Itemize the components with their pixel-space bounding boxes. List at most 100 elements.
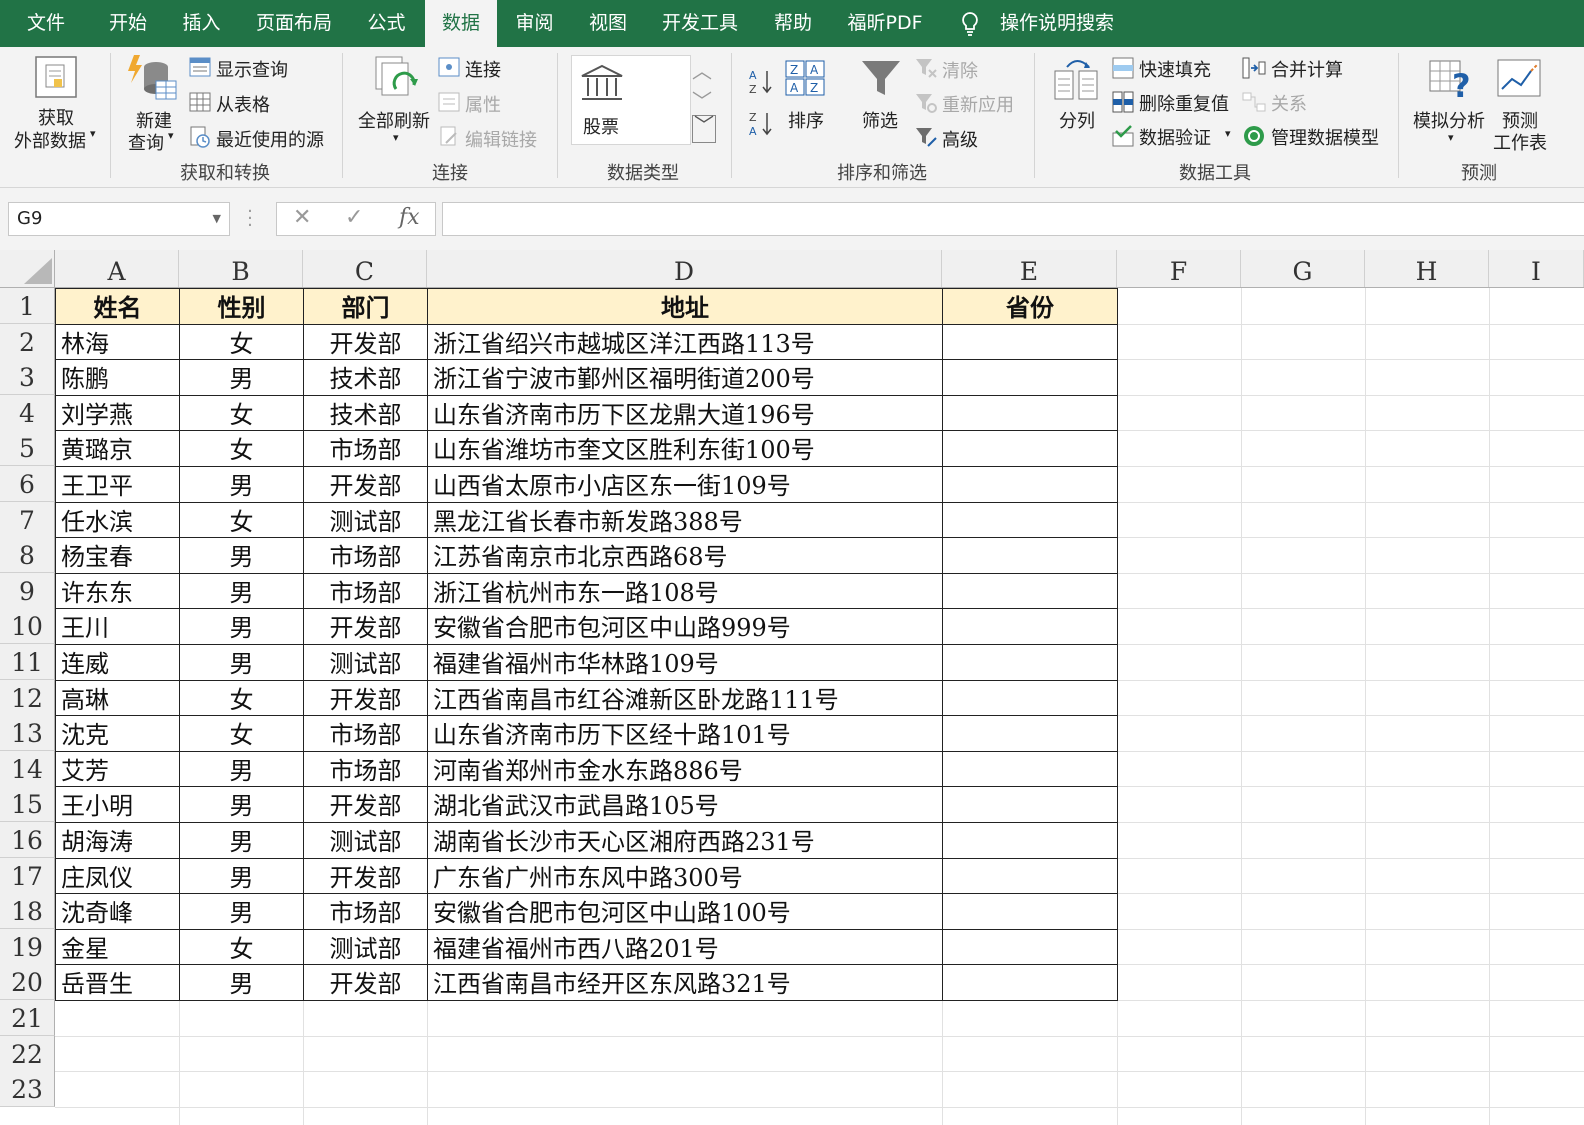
table-cell[interactable] — [943, 716, 1117, 751]
table-cell[interactable]: 男 — [180, 467, 303, 502]
table-cell[interactable]: 山东省济南市历下区经十路101号 — [428, 716, 942, 751]
tab-review[interactable]: 审阅 — [497, 0, 572, 47]
table-cell[interactable] — [943, 645, 1117, 680]
table-cell[interactable] — [943, 609, 1117, 644]
tab-help[interactable]: 帮助 — [756, 0, 830, 47]
row-header-17[interactable]: 17 — [0, 858, 55, 894]
row-header-23[interactable]: 23 — [0, 1071, 55, 1107]
table-cell[interactable]: 女 — [180, 930, 303, 965]
table-cell[interactable]: 河南省郑州市金水东路886号 — [428, 752, 942, 787]
row-header-9[interactable]: 9 — [0, 573, 55, 609]
table-cell[interactable]: 王川 — [56, 609, 179, 644]
table-cell[interactable]: 黄璐京 — [56, 431, 179, 466]
table-cell[interactable] — [943, 752, 1117, 787]
table-cell[interactable] — [943, 503, 1117, 538]
table-cell[interactable]: 男 — [180, 894, 303, 929]
column-header-a[interactable]: A — [55, 250, 179, 287]
tab-page-layout[interactable]: 页面布局 — [239, 0, 349, 47]
table-cell[interactable] — [943, 823, 1117, 858]
table-cell[interactable]: 男 — [180, 609, 303, 644]
table-header-cell[interactable]: 性别 — [180, 289, 303, 324]
table-cell[interactable] — [943, 467, 1117, 502]
row-header-21[interactable]: 21 — [0, 1000, 55, 1036]
table-cell[interactable]: 陈鹏 — [56, 360, 179, 395]
table-cell[interactable]: 市场部 — [304, 538, 427, 573]
table-cell[interactable]: 男 — [180, 574, 303, 609]
table-cell[interactable] — [943, 930, 1117, 965]
table-cell[interactable]: 黑龙江省长春市新发路388号 — [428, 503, 942, 538]
table-cell[interactable] — [943, 965, 1117, 1000]
row-header-3[interactable]: 3 — [0, 359, 55, 395]
table-cell[interactable]: 市场部 — [304, 752, 427, 787]
table-cell[interactable]: 开发部 — [304, 859, 427, 894]
table-cell[interactable]: 山东省潍坊市奎文区胜利东街100号 — [428, 431, 942, 466]
column-header-b[interactable]: B — [179, 250, 303, 287]
table-cell[interactable]: 安徽省合肥市包河区中山路100号 — [428, 894, 942, 929]
tab-view[interactable]: 视图 — [572, 0, 644, 47]
table-header-cell[interactable]: 姓名 — [56, 289, 179, 324]
table-cell[interactable]: 女 — [180, 325, 303, 360]
row-header-19[interactable]: 19 — [0, 929, 55, 965]
stocks-data-type[interactable]: 股票 — [571, 55, 691, 145]
table-cell[interactable] — [943, 325, 1117, 360]
table-cell[interactable]: 测试部 — [304, 930, 427, 965]
row-header-1[interactable]: 1 — [0, 288, 55, 324]
table-cell[interactable]: 开发部 — [304, 787, 427, 822]
table-cell[interactable]: 连威 — [56, 645, 179, 680]
table-cell[interactable]: 沈克 — [56, 716, 179, 751]
column-header-i[interactable]: I — [1489, 250, 1584, 287]
chevron-down-icon[interactable]: ▼ — [213, 203, 221, 235]
table-cell[interactable]: 江苏省南京市北京西路68号 — [428, 538, 942, 573]
enter-icon[interactable]: ✓ — [345, 205, 363, 230]
table-cell[interactable]: 沈奇峰 — [56, 894, 179, 929]
column-header-h[interactable]: H — [1365, 250, 1489, 287]
column-header-c[interactable]: C — [303, 250, 427, 287]
table-cell[interactable]: 女 — [180, 503, 303, 538]
column-header-f[interactable]: F — [1117, 250, 1241, 287]
row-header-5[interactable]: 5 — [0, 430, 55, 466]
table-cell[interactable] — [943, 574, 1117, 609]
table-header-cell[interactable]: 地址 — [428, 289, 942, 324]
table-cell[interactable]: 王卫平 — [56, 467, 179, 502]
table-cell[interactable]: 女 — [180, 431, 303, 466]
table-cell[interactable]: 湖北省武汉市武昌路105号 — [428, 787, 942, 822]
row-header-6[interactable]: 6 — [0, 466, 55, 502]
row-header-11[interactable]: 11 — [0, 644, 55, 680]
table-cell[interactable]: 福建省福州市西八路201号 — [428, 930, 942, 965]
gallery-scroll[interactable]: ︿ ﹀ ﹀ — [690, 55, 718, 145]
row-header-16[interactable]: 16 — [0, 822, 55, 858]
table-cell[interactable] — [943, 538, 1117, 573]
table-cell[interactable] — [943, 787, 1117, 822]
table-cell[interactable]: 杨宝春 — [56, 538, 179, 573]
table-cell[interactable]: 测试部 — [304, 823, 427, 858]
row-header-22[interactable]: 22 — [0, 1036, 55, 1072]
table-cell[interactable]: 艾芳 — [56, 752, 179, 787]
column-header-e[interactable]: E — [942, 250, 1117, 287]
table-cell[interactable]: 开发部 — [304, 681, 427, 716]
tab-file[interactable]: 文件 — [0, 0, 92, 47]
table-cell[interactable]: 女 — [180, 396, 303, 431]
table-cell[interactable]: 市场部 — [304, 431, 427, 466]
table-cell[interactable]: 浙江省宁波市鄞州区福明街道200号 — [428, 360, 942, 395]
table-cell[interactable]: 江西省南昌市经开区东风路321号 — [428, 965, 942, 1000]
table-cell[interactable]: 高琳 — [56, 681, 179, 716]
table-cell[interactable]: 男 — [180, 360, 303, 395]
select-all-corner[interactable] — [0, 250, 55, 287]
table-cell[interactable]: 测试部 — [304, 645, 427, 680]
table-cell[interactable]: 浙江省杭州市东一路108号 — [428, 574, 942, 609]
table-cell[interactable] — [943, 681, 1117, 716]
table-cell[interactable]: 男 — [180, 823, 303, 858]
row-header-8[interactable]: 8 — [0, 537, 55, 573]
table-cell[interactable] — [943, 859, 1117, 894]
table-header-cell[interactable]: 部门 — [304, 289, 427, 324]
table-cell[interactable]: 男 — [180, 538, 303, 573]
tab-insert[interactable]: 插入 — [164, 0, 239, 47]
table-cell[interactable] — [943, 360, 1117, 395]
table-cell[interactable]: 山东省济南市历下区龙鼎大道196号 — [428, 396, 942, 431]
row-header-13[interactable]: 13 — [0, 715, 55, 751]
table-cell[interactable]: 开发部 — [304, 609, 427, 644]
table-cell[interactable]: 岳晋生 — [56, 965, 179, 1000]
chevron-down-icon[interactable]: ﹀ — [692, 85, 712, 114]
table-cell[interactable]: 女 — [180, 681, 303, 716]
table-cell[interactable] — [943, 894, 1117, 929]
